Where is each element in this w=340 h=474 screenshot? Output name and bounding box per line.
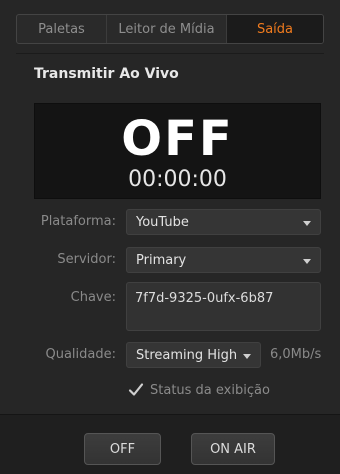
streaming-panel: Paletas Leitor de Mídia Saída Transmitir… — [0, 0, 340, 474]
tab-leitor-de-midia[interactable]: Leitor de Mídia — [107, 15, 227, 43]
quality-select[interactable]: Streaming High — [126, 342, 261, 368]
stream-timer: 00:00:00 — [128, 167, 227, 192]
server-select[interactable]: Primary — [126, 247, 321, 273]
server-value: Primary — [136, 252, 187, 268]
status-display-checkbox[interactable]: Status da exibição — [128, 382, 270, 398]
divider — [16, 53, 324, 54]
checkmark-icon — [128, 383, 144, 396]
key-value: 7f7d-9325-0ufx-6b87 — [135, 291, 274, 306]
chevron-down-icon — [303, 221, 311, 226]
chevron-down-icon — [303, 259, 311, 264]
tab-paletas[interactable]: Paletas — [17, 15, 107, 43]
status-display-label: Status da exibição — [150, 382, 270, 398]
quality-label: Qualidade: — [45, 347, 116, 362]
platform-select[interactable]: YouTube — [126, 209, 321, 235]
server-label: Servidor: — [57, 252, 116, 267]
quality-value: Streaming High — [136, 347, 238, 363]
platform-label: Plataforma: — [40, 214, 116, 229]
key-label: Chave: — [70, 290, 116, 305]
bitrate-value: 6,0Mb/s — [270, 347, 322, 362]
footer-bar — [0, 414, 340, 474]
chevron-down-icon — [243, 354, 251, 359]
on-air-button[interactable]: ON AIR — [191, 433, 275, 465]
stream-status-text: OFF — [121, 111, 234, 167]
platform-value: YouTube — [136, 214, 189, 230]
section-title: Transmitir Ao Vivo — [34, 66, 179, 82]
off-button[interactable]: OFF — [84, 433, 161, 465]
key-field[interactable]: 7f7d-9325-0ufx-6b87 — [126, 282, 321, 331]
tab-saida[interactable]: Saída — [227, 15, 323, 43]
stream-status-display: OFF 00:00:00 — [34, 103, 321, 199]
tab-bar: Paletas Leitor de Mídia Saída — [16, 14, 324, 44]
